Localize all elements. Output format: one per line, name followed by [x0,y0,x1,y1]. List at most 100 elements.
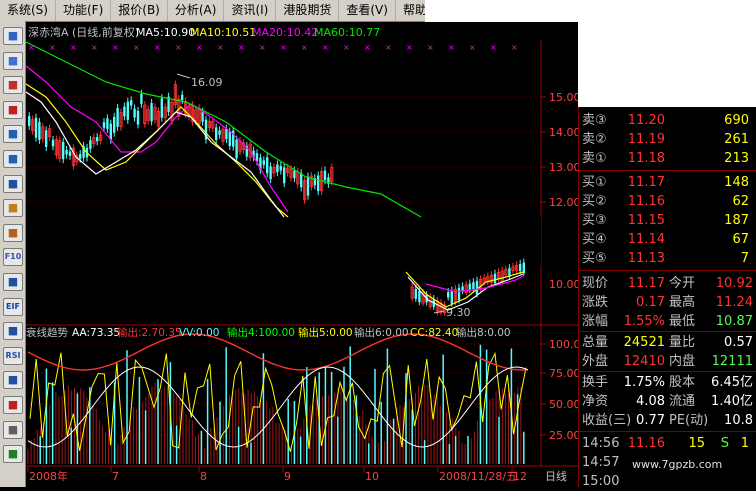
stop-icon[interactable]: ■ [3,396,23,414]
indicator-cc: CC:82.40 [410,327,458,339]
candle-body [34,117,38,138]
stat-row: 现价 11.17 今开 10.92 [579,274,753,293]
stat-value: 1.40亿 [711,394,753,409]
sell-label: 卖① [582,151,607,166]
indicator-out5: 输出5:0.00 [298,326,353,339]
signal-marker: × [154,43,161,52]
candle-body [225,128,228,139]
buy-volume: 7 [740,251,749,266]
tick-extra: 1 [740,436,749,451]
people-icon[interactable]: ■ [3,223,23,242]
line-chart-icon[interactable]: ■ [3,76,23,95]
stat-label: 今开 [669,276,696,291]
indicator-vv: VV:0.00 [179,327,219,339]
candle-body [447,292,450,298]
indicator-name[interactable]: 衰线趋势 [26,326,68,339]
stat-row: 涨跌 0.17 最高 11.24 [579,293,753,312]
signal-marker: × [322,43,329,52]
menu-analysis[interactable]: 分析(A) [166,0,224,21]
table-icon[interactable]: ■ [3,150,23,168]
exit-icon[interactable]: ■ [3,445,23,464]
candle-body [65,150,68,155]
kline-chart[interactable]: 深赤湾A (日线,前复权) MA5:10.90 MA10:10.51 MA20:… [26,22,578,487]
signal-marker: × [511,43,518,52]
date-tick-label: 12 [513,470,527,483]
price-tick-label: 15.00 [549,91,578,104]
stat-label: 净资 [582,394,609,409]
high-label: 16.09 [191,76,223,89]
chart-mode: (日线,前复权) [72,25,139,39]
menu-function[interactable]: 功能(F) [54,0,110,21]
buy-price: 11.14 [627,232,665,247]
stat-label: 股本 [669,375,696,390]
menu-info[interactable]: 资讯(I) [223,0,275,21]
low-label: 9.30 [446,306,471,319]
stat-label: 总量 [582,335,609,350]
candle-body [79,154,82,159]
buy-volume: 62 [732,194,749,209]
menu-quote[interactable]: 报价(B) [110,0,167,21]
stat-row: 换手 1.75% 股本 6.45亿 [579,373,753,392]
tick-flag: S [720,436,729,451]
date-tick-label: 10 [365,470,379,483]
candle-body [38,121,41,140]
candle-icon[interactable]: ■ [3,100,23,119]
stat-label: 最高 [669,295,696,310]
date-tick-label: 2008年 [29,469,68,483]
indicator-tick-label: 100.00 [549,338,578,351]
report-icon[interactable]: ■ [3,125,23,144]
tick-price: 11.16 [627,436,665,451]
period-label[interactable]: 日线 [545,469,567,483]
stat-value: 4.08 [636,394,665,409]
indicator-out6: 输出6:0.00 [354,326,409,339]
candle-body [475,280,479,295]
list-icon[interactable]: ■ [3,174,23,193]
etf-icon[interactable]: EIF [3,297,23,316]
signal-marker: × [49,43,56,52]
candle-body [102,122,106,128]
grid-icon[interactable]: ■ [3,51,23,70]
book-icon[interactable]: ■ [3,273,23,291]
menu-view[interactable]: 查看(V) [338,0,395,21]
candle-body [418,291,421,303]
buy-row[interactable]: 买⑤ 11.13 7 [579,249,751,268]
stat-label: 现价 [582,276,609,291]
globe-icon[interactable]: F10 [3,248,23,267]
stat-label: 流通 [669,394,696,409]
ma5-label: MA5:10.90 [136,26,195,39]
watermark: www.7gpzb.com [632,458,723,471]
buy-price: 11.15 [627,213,665,228]
chart2-icon[interactable]: ■ [3,371,23,390]
stat-value: 11.24 [715,295,753,310]
menu-system[interactable]: 系统(S) [0,0,55,21]
signal-marker: × [112,43,119,52]
stat-value: 0.57 [724,335,753,350]
rsi-icon[interactable]: RSI [3,346,23,365]
candle-body [113,116,116,133]
date-tick-label: 7 [112,470,119,483]
buy-row[interactable]: 买② 11.16 62 [579,192,751,211]
candle-body [181,94,184,100]
candle-body [276,164,279,173]
f10-icon[interactable]: ■ [3,199,23,218]
signal-marker: × [448,43,455,52]
sell-row[interactable]: 卖② 11.19 261 [579,130,751,149]
wrench-icon[interactable]: ■ [3,420,23,439]
candle-body [160,98,163,118]
window-icon[interactable]: ■ [3,322,23,341]
candle-body [269,166,272,180]
buy-row[interactable]: 买④ 11.14 67 [579,230,751,249]
stat-label: 涨跌 [582,295,609,310]
menu-hk-futures[interactable]: 港股期货 [275,0,338,21]
chart-icon[interactable]: ■ [3,27,23,45]
signal-marker: × [490,43,497,52]
sell-row[interactable]: 卖③ 11.20 690 [579,111,751,130]
buy-row[interactable]: 买① 11.17 148 [579,173,751,192]
signal-marker: × [196,43,203,52]
sell-row[interactable]: 卖① 11.18 213 [579,149,751,168]
buy-row[interactable]: 买③ 11.15 187 [579,211,751,230]
candle-body [300,173,303,188]
candle-body [62,141,65,160]
stat-row: 总量 24521 量比 0.57 [579,333,753,352]
tick-time: 14:57 [582,455,620,470]
